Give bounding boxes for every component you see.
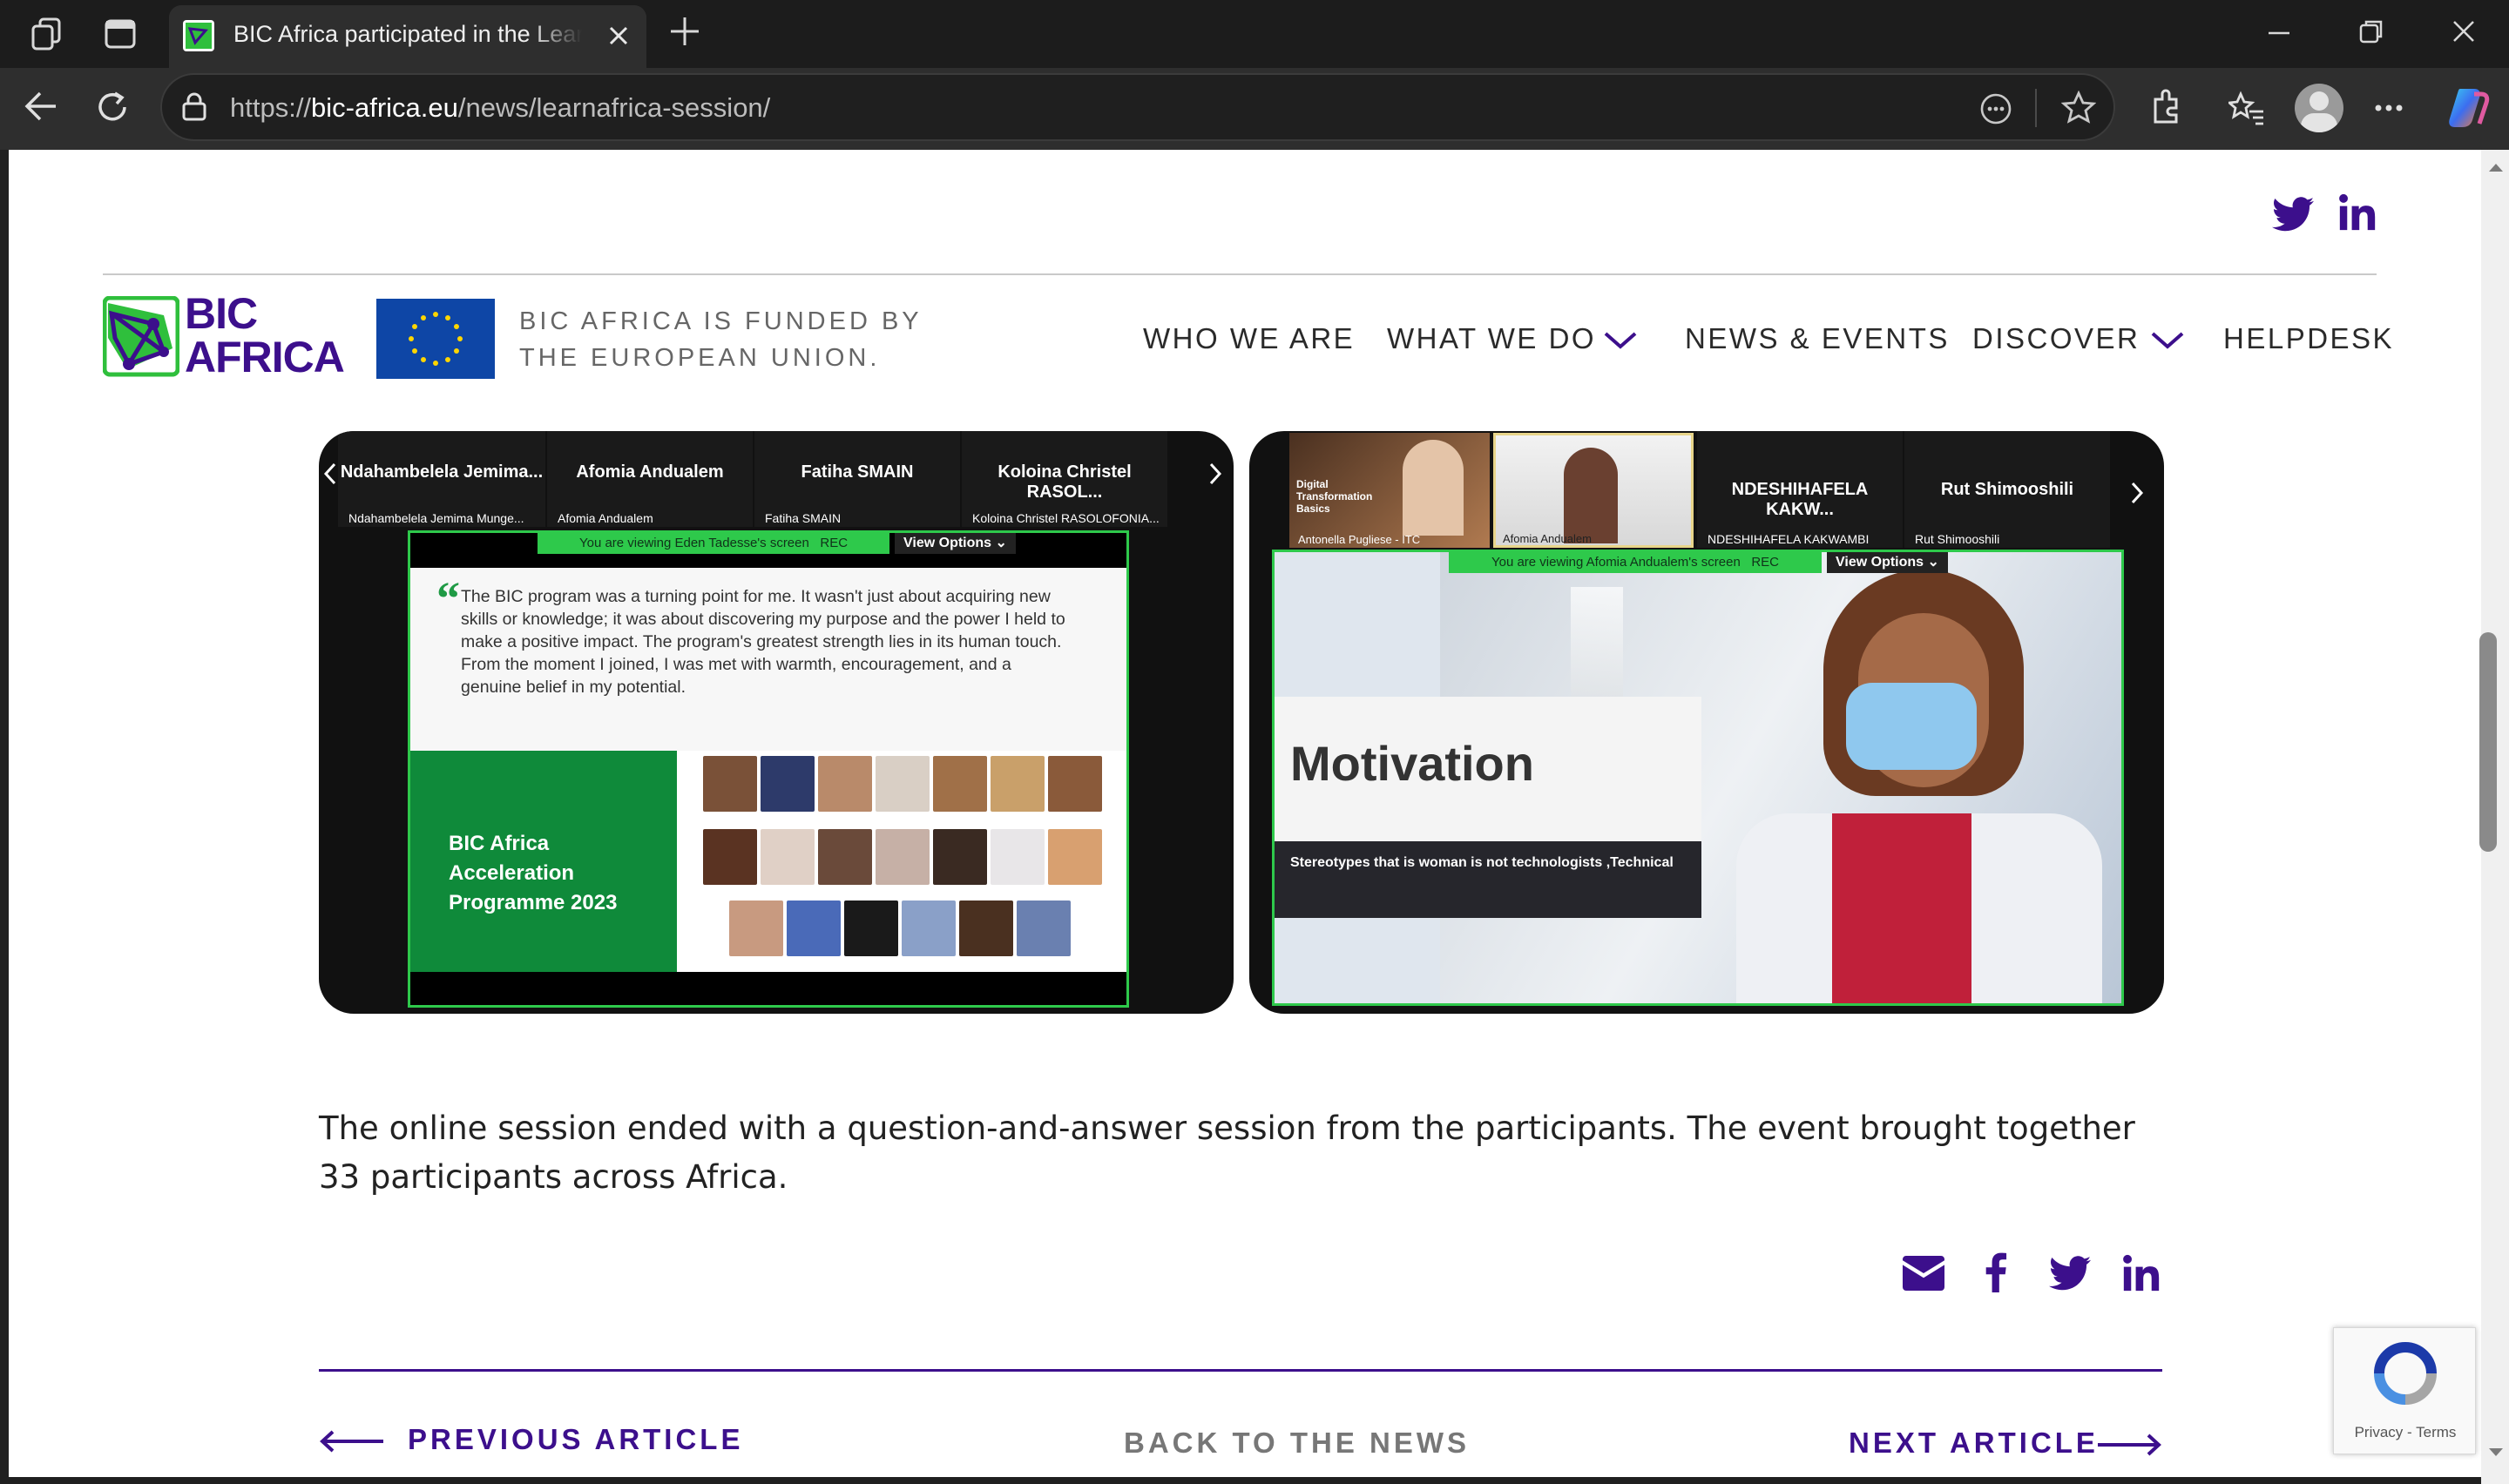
- scroll-up-icon[interactable]: [2488, 162, 2504, 172]
- web-page: BIC AFRICA BIC AFRICA IS FUNDED BY THE E…: [9, 150, 2481, 1477]
- testimonial-quote: The BIC program was a turning point for …: [461, 587, 1065, 697]
- slide-caption-box: Stereotypes that is woman is not technol…: [1275, 841, 1701, 918]
- workspaces-icon[interactable]: [30, 17, 64, 51]
- header-divider: [103, 273, 2377, 275]
- scrollbar-thumb[interactable]: [2479, 632, 2497, 852]
- article-footer-divider: [319, 1369, 2162, 1372]
- nav-who-we-are[interactable]: WHO WE ARE: [1143, 322, 1355, 355]
- video-tile-presenter: Digital Transformation Basics Antonella …: [1289, 433, 1490, 548]
- extensions-icon[interactable]: [2148, 89, 2183, 125]
- eu-funding-notice: BIC AFRICA IS FUNDED BY THE EUROPEAN UNI…: [519, 303, 923, 376]
- url-text: https://bic-africa.eu/news/learnafrica-s…: [230, 92, 771, 123]
- close-tab-icon[interactable]: [607, 24, 630, 47]
- back-icon[interactable]: [23, 89, 59, 124]
- reading-options-icon[interactable]: [1979, 92, 2012, 125]
- view-options-menu: View Options ⌄: [1827, 552, 1948, 573]
- participant-tile: NDESHIHAFELA KAKW... NDESHIHAFELA KAKWAMB…: [1697, 431, 1903, 548]
- slide-title: Motivation: [1290, 736, 1534, 791]
- bic-logo-mark: [103, 296, 179, 377]
- eu-flag: [376, 299, 495, 379]
- eu-funding-line1: BIC AFRICA IS FUNDED BY: [519, 307, 923, 335]
- add-favorite-star-icon[interactable]: [2061, 91, 2096, 125]
- eu-funding-line2: THE EUROPEAN UNION.: [519, 344, 881, 372]
- programme-banner: BIC Africa Acceleration Programme 2023: [410, 751, 677, 972]
- gallery-next-chevron-right-icon: [1209, 462, 1222, 485]
- recaptcha-badge[interactable]: Privacy - Terms: [2333, 1327, 2476, 1454]
- gallery-prev-chevron-left-icon: [323, 462, 336, 485]
- next-article-link[interactable]: NEXT ARTICLE: [1849, 1427, 2099, 1460]
- share-twitter-icon[interactable]: [2049, 1256, 2091, 1291]
- participant-tile: Fatiha SMAIN Fatiha SMAIN: [754, 431, 960, 527]
- share-facebook-icon[interactable]: [1983, 1252, 2009, 1292]
- logo-text-bic: BIC: [185, 289, 258, 338]
- refresh-icon[interactable]: [94, 89, 131, 125]
- quote-slide: “ The BIC program was a turning point fo…: [410, 568, 1126, 772]
- participant-tile: Ndahambelela Jemima... Ndahambelela Jemim…: [338, 431, 545, 527]
- zoom-screenshot-right: Digital Transformation Basics Antonella …: [1249, 431, 2164, 1014]
- zoom-screenshot-left: Ndahambelela Jemima... Ndahambelela Jemim…: [319, 431, 1234, 1014]
- copilot-icon[interactable]: [2445, 85, 2490, 131]
- nav-news-events[interactable]: NEWS & EVENTS: [1685, 322, 1950, 355]
- back-to-news-link[interactable]: BACK TO THE NEWS: [1124, 1427, 1470, 1460]
- nav-helpdesk[interactable]: HELPDESK: [2223, 322, 2394, 355]
- address-bar[interactable]: https://bic-africa.eu/news/learnafrica-s…: [160, 73, 2115, 141]
- what-we-do-chevron-down-icon[interactable]: [1603, 331, 1638, 350]
- recaptcha-terms-link[interactable]: Terms: [2416, 1424, 2456, 1440]
- previous-article-link[interactable]: PREVIOUS ARTICLE: [408, 1423, 743, 1456]
- site-info-lock-icon[interactable]: [181, 92, 207, 122]
- article-paragraph: The online session ended with a question…: [319, 1110, 2135, 1196]
- favorites-icon[interactable]: [2228, 91, 2265, 125]
- close-window-icon[interactable]: [2450, 17, 2478, 45]
- more-menu-icon[interactable]: [2373, 103, 2404, 113]
- header-twitter-icon[interactable]: [2272, 197, 2314, 232]
- new-tab-icon[interactable]: [669, 16, 700, 47]
- recaptcha-privacy-link[interactable]: Privacy: [2355, 1424, 2404, 1440]
- face-mask: [1846, 683, 1977, 770]
- site-favicon: [183, 20, 214, 51]
- header-linkedin-icon[interactable]: [2338, 193, 2377, 232]
- next-arrow-icon[interactable]: [2096, 1432, 2162, 1458]
- browser-tab-bar: BIC Africa participated in the LearnAfri…: [0, 0, 2509, 68]
- recaptcha-links: Privacy - Terms: [2354, 1424, 2457, 1440]
- scroll-down-icon[interactable]: [2488, 1447, 2504, 1458]
- restore-icon[interactable]: [2357, 17, 2385, 45]
- quote-mark-icon: “: [436, 572, 460, 624]
- participant-tile: Afomia Andualem Afomia Andualem: [547, 431, 753, 527]
- share-linkedin-icon[interactable]: [2122, 1254, 2161, 1292]
- shared-screen: You are viewing Eden Tadesse's screen RE…: [408, 530, 1129, 1008]
- viewing-banner: You are viewing Eden Tadesse's screen RE…: [538, 533, 889, 554]
- tab-title: BIC Africa participated in the LearnAfri…: [233, 21, 582, 48]
- nav-what-we-do[interactable]: WHAT WE DO: [1387, 322, 1596, 355]
- browser-tab-active[interactable]: BIC Africa participated in the LearnAfri…: [169, 5, 646, 68]
- participant-photo-grid: [677, 751, 1126, 972]
- bic-africa-logo[interactable]: BIC AFRICA: [103, 291, 355, 383]
- participant-tile: Koloina Christel RASOL... Koloina Christe…: [962, 431, 1167, 527]
- previous-arrow-icon[interactable]: [319, 1428, 385, 1454]
- vertical-tabs-icon[interactable]: [105, 19, 136, 49]
- view-options-menu: View Options ⌄: [895, 533, 1016, 554]
- discover-chevron-down-icon[interactable]: [2150, 331, 2185, 350]
- profile-avatar[interactable]: [2295, 84, 2343, 132]
- viewing-banner: You are viewing Afomia Andualem's screen…: [1449, 552, 1822, 573]
- slide-title-box: Motivation: [1275, 697, 1701, 841]
- gallery-next-chevron-right-icon: [2131, 482, 2144, 504]
- share-email-icon[interactable]: [1903, 1256, 1944, 1291]
- nav-discover[interactable]: DISCOVER: [1972, 322, 2140, 355]
- video-tile-active-speaker: Afomia Andualem: [1493, 433, 1694, 548]
- minimize-icon[interactable]: [2265, 17, 2293, 45]
- participant-tile: Rut Shimooshili Rut Shimooshili: [1904, 431, 2110, 548]
- logo-text-africa: AFRICA: [185, 333, 345, 381]
- recaptcha-icon: [2374, 1342, 2437, 1405]
- shared-screen: Motivation Stereotypes that is woman is …: [1272, 550, 2124, 1006]
